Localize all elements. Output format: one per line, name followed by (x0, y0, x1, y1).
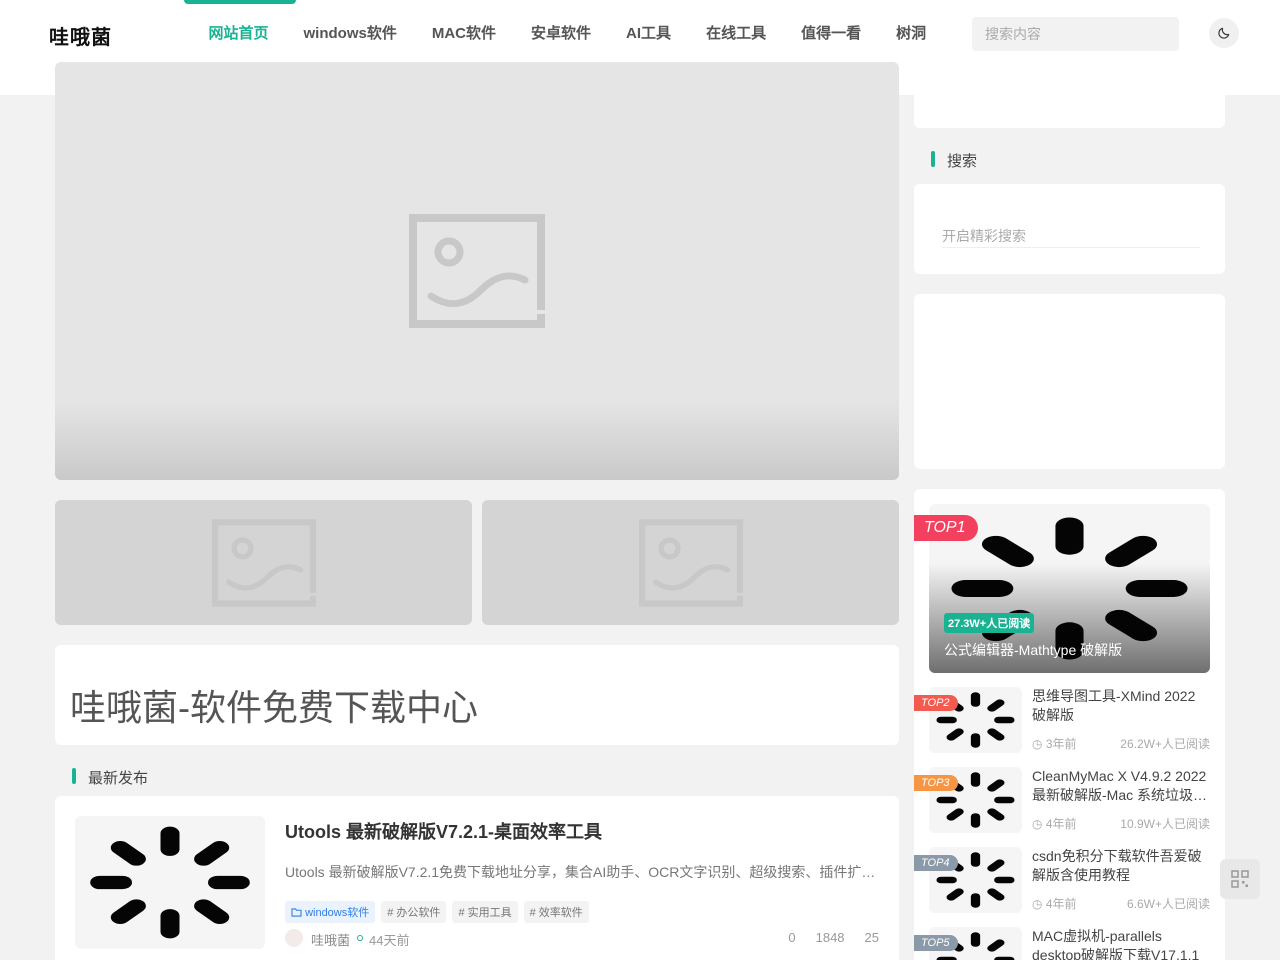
nav-item-worth-seeing[interactable]: 值得一看 (784, 0, 879, 68)
folder-icon (291, 908, 302, 917)
nav-item-online-tools[interactable]: 在线工具 (689, 0, 784, 68)
post-comments-count: 0 (788, 930, 796, 945)
rank-badge-top1: TOP1 (914, 515, 978, 541)
post-likes-count: 25 (864, 930, 879, 945)
site-title: 哇哦菌-软件免费下载中心 (70, 687, 478, 728)
moon-icon (1218, 27, 1230, 39)
nav-item-android[interactable]: 安卓软件 (514, 0, 609, 68)
hot-item-title[interactable]: MAC虚拟机-parallels desktop破解版下载V17.1.1 (1032, 927, 1210, 960)
clock-icon: ◷ (1032, 737, 1043, 751)
logo-text: 哇哦菌 (49, 27, 112, 49)
header-search-input[interactable] (972, 17, 1179, 51)
site-title-card: 哇哦菌-软件免费下载中心 (55, 645, 899, 745)
sub-banner-left[interactable] (55, 500, 472, 625)
hot-item-time: ◷ 4年前 (1032, 815, 1077, 832)
post-card[interactable]: Utools 最新破解版V7.2.1-桌面效率工具 Utools 最新破解版V7… (55, 796, 899, 960)
feature-post-title[interactable]: 公式编辑器-Mathtype 破解版 (944, 640, 1122, 660)
nav-item-mac[interactable]: MAC软件 (414, 0, 513, 68)
hot-item-reads: 26.2W+人已阅读 (1120, 737, 1210, 751)
post-time: 44天前 (369, 933, 410, 948)
sidebar-ad-card (914, 294, 1225, 469)
rank-badge: TOP2 (914, 695, 958, 711)
post-tag[interactable]: # 效率软件 (523, 901, 589, 923)
latest-section-label: 最新发布 (71, 767, 148, 788)
qrcode-button[interactable] (1220, 859, 1260, 899)
sidebar-search-card (914, 184, 1225, 274)
post-title[interactable]: Utools 最新破解版V7.2.1-桌面效率工具 (285, 818, 602, 844)
site-logo[interactable]: 哇哦菌 (49, 21, 112, 50)
author-avatar[interactable] (285, 929, 303, 947)
hot-item-time: ◷ 4年前 (1032, 895, 1077, 912)
post-tag[interactable]: # 实用工具 (452, 901, 518, 923)
hot-list-item[interactable]: TOP3 CleanMyMac X V4.9.2 2022最新破解版-Mac 系… (914, 767, 1210, 833)
qrcode-icon (1231, 870, 1249, 888)
post-thumbnail[interactable] (75, 816, 265, 949)
sidebar-top-card (914, 62, 1225, 128)
nav-item-windows[interactable]: windows软件 (286, 0, 414, 68)
hot-item-reads: 10.9W+人已阅读 (1120, 817, 1210, 831)
hot-list-item[interactable]: TOP5 MAC虚拟机-parallels desktop破解版下载V17.1.… (914, 927, 1210, 960)
theme-toggle-button[interactable] (1209, 18, 1239, 48)
hot-posts-card: TOP1 27.3W+人已阅读 公式编辑器-Mathtype 破解版 TOP2 … (914, 489, 1225, 960)
feature-views-badge: 27.3W+人已阅读 (944, 613, 1035, 633)
post-tag[interactable]: # 办公软件 (381, 901, 447, 923)
hot-list-item[interactable]: TOP2 思维导图工具-XMind 2022 破解版 ◷ 3年前 26.2W+人… (914, 687, 1210, 753)
rank-badge: TOP3 (914, 775, 958, 791)
sidebar-search-label: 搜索 (930, 150, 977, 171)
hot-item-title[interactable]: 思维导图工具-XMind 2022 破解版 (1032, 687, 1210, 725)
sub-banner-right[interactable] (482, 500, 899, 625)
image-placeholder-icon (212, 519, 316, 607)
loading-spinner-icon (75, 816, 265, 949)
hot-item-time: ◷ 3年前 (1032, 735, 1077, 752)
hot-item-title[interactable]: csdn免积分下载软件吾爱破解版含使用教程 (1032, 847, 1210, 885)
image-placeholder-icon (639, 519, 743, 607)
hot-item-title[interactable]: CleanMyMac X V4.9.2 2022最新破解版-Mac 系统垃圾清理… (1032, 767, 1210, 805)
clock-icon: ◷ (1032, 897, 1043, 911)
nav-item-ai-tools[interactable]: AI工具 (609, 0, 689, 68)
hot-item-reads: 6.6W+人已阅读 (1126, 897, 1210, 911)
post-meta: 哇哦菌 44天前 0 1848 25 (285, 929, 879, 949)
nav-item-tree-hole[interactable]: 树洞 (879, 0, 944, 68)
rank-badge: TOP4 (914, 855, 958, 871)
time-text: 4年前 (1045, 897, 1077, 911)
post-category-tag[interactable]: windows软件 (285, 901, 376, 923)
post-stats: 0 1848 25 (788, 930, 879, 945)
sidebar-search-input[interactable] (942, 224, 1200, 248)
post-tags: windows软件 # 办公软件 # 实用工具 # 效率软件 (285, 901, 589, 923)
time-text: 3年前 (1045, 737, 1077, 751)
hero-banner[interactable] (55, 62, 899, 480)
main-nav: 网站首页 windows软件 MAC软件 安卓软件 AI工具 在线工具 值得一看… (183, 0, 944, 68)
category-label: windows软件 (305, 907, 370, 919)
image-placeholder-icon (409, 214, 545, 328)
time-dot-icon (357, 935, 363, 941)
time-text: 4年前 (1045, 817, 1077, 831)
nav-item-home[interactable]: 网站首页 (183, 0, 297, 68)
post-views-count: 1848 (815, 930, 845, 945)
rank-badge: TOP5 (914, 935, 958, 951)
clock-icon: ◷ (1032, 817, 1043, 831)
hot-list-item[interactable]: TOP4 csdn免积分下载软件吾爱破解版含使用教程 ◷ 4年前 6.6W+人已… (914, 847, 1210, 913)
post-author[interactable]: 哇哦菌 (311, 930, 350, 949)
post-excerpt: Utools 最新破解版V7.2.1免费下载地址分享，集合AI助手、OCR文字识… (285, 864, 879, 880)
